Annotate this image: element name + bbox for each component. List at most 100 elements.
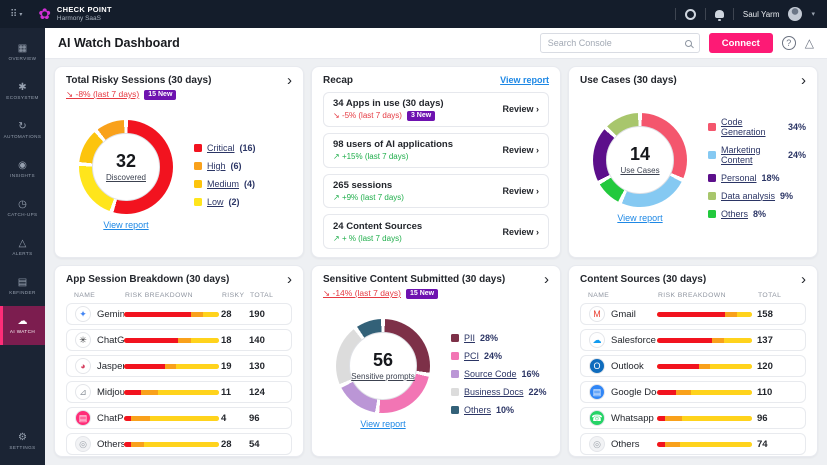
legend-item-marketing-content[interactable]: Marketing Content 24%	[708, 145, 806, 165]
chevron-right-icon[interactable]: ›	[544, 274, 549, 285]
risk-bar	[124, 442, 219, 447]
review-button[interactable]: Review ›	[502, 104, 539, 114]
brand-sub: Harmony SaaS	[57, 15, 112, 22]
table-row-chatgpt[interactable]: ✳ChatGPT 18 140	[66, 329, 292, 351]
divider	[675, 8, 676, 20]
table-row-jasper[interactable]: ◕Jasper 19 130	[66, 355, 292, 377]
table-row-chatpdf[interactable]: ▤ChatPDF 4 96	[66, 407, 292, 429]
legend-item-source-code[interactable]: Source Code 16%	[451, 369, 549, 379]
avatar[interactable]	[788, 7, 802, 21]
legend-swatch	[708, 151, 716, 159]
legend-item-personal[interactable]: Personal 18%	[708, 173, 806, 183]
table-row-outlook[interactable]: OOutlook 120	[580, 355, 806, 377]
table-row-salesforce[interactable]: ☁Salesforce 137	[580, 329, 806, 351]
table-header: NAME RISK BREAKDOWN TOTAL	[580, 292, 806, 299]
trend-down[interactable]: -8% (last 7 days)	[66, 89, 139, 100]
sidebar-item-settings[interactable]: ⚙ SETTINGS	[0, 422, 45, 461]
midjourney-icon: ⊿	[75, 384, 91, 400]
page-header: AI Watch Dashboard Connect ? △	[45, 28, 827, 59]
sidebar-item-alerts[interactable]: △ ALERTS	[0, 228, 45, 267]
ai-watch-icon: ☁	[18, 317, 28, 327]
review-button[interactable]: Review ›	[502, 145, 539, 155]
support-icon[interactable]	[685, 9, 696, 20]
legend-item-high[interactable]: High (6)	[194, 161, 292, 171]
recap-item-apps-in-use[interactable]: 34 Apps in use (30 days) -5% (last 7 day…	[323, 92, 549, 127]
card-recap: Recap View report 34 Apps in use (30 day…	[311, 66, 561, 258]
table-row-google-docs[interactable]: ▤Google Docs 110	[580, 381, 806, 403]
donut-label[interactable]: Sensitive prompts	[351, 372, 415, 381]
legend-item-critical[interactable]: Critical (16)	[194, 143, 292, 153]
chevron-right-icon[interactable]: ›	[287, 75, 292, 86]
legend-item-data-analysis[interactable]: Data analysis 9%	[708, 191, 806, 201]
legend-swatch	[451, 370, 459, 378]
recap-item-users[interactable]: 98 users of AI applications +15% (last 7…	[323, 133, 549, 168]
search-input[interactable]	[548, 38, 685, 48]
table-row-others[interactable]: ◎Others 74	[580, 433, 806, 455]
legend-item-code-generation[interactable]: Code Generation 34%	[708, 117, 806, 137]
recap-item-content-sources[interactable]: 24 Content Sources + % (last 7 days) Rev…	[323, 214, 549, 249]
sidebar-item-ai-watch[interactable]: ☁ AI WATCH	[0, 306, 45, 345]
donut-label[interactable]: Use Cases	[620, 166, 659, 175]
donut-value: 14	[630, 144, 650, 165]
sidebar-item-overview[interactable]: ▦ OVERVIEW	[0, 33, 45, 72]
sidebar-item-automations[interactable]: ↻ AUTOMATIONS	[0, 111, 45, 150]
legend-item-others[interactable]: Others 8%	[708, 209, 806, 219]
table-row-midjourney[interactable]: ⊿Midjourney 11 124	[66, 381, 292, 403]
donut-label[interactable]: Discovered	[106, 173, 146, 182]
trend-up: + % (last 7 days)	[333, 234, 402, 243]
settings-gear-icon: ⚙	[18, 433, 27, 443]
sidebar-item-catch-ups[interactable]: ◷ CATCH-UPS	[0, 189, 45, 228]
notifications-bell-icon[interactable]	[715, 10, 724, 18]
new-badge: 15 New	[144, 90, 176, 100]
gemini-icon: ✦	[75, 306, 91, 322]
trend-down[interactable]: -14% (last 7 days)	[323, 288, 401, 299]
automations-icon: ↻	[18, 122, 26, 132]
view-report-link[interactable]: View report	[103, 220, 148, 230]
checkpoint-logo-icon: ✿	[38, 7, 51, 22]
search-box[interactable]	[540, 33, 700, 53]
user-menu-chevron-icon[interactable]: ▾	[811, 10, 815, 18]
chevron-right-icon[interactable]: ›	[801, 75, 806, 86]
legend-swatch	[451, 406, 459, 414]
table-row-whatsapp[interactable]: ☎Whatsapp 96	[580, 407, 806, 429]
divider	[705, 8, 706, 20]
sensitive-content-donut-chart: 56 Sensitive prompts	[336, 319, 430, 413]
divider	[733, 8, 734, 20]
table-row-gmail[interactable]: MGmail 158	[580, 303, 806, 325]
card-title: Use Cases (30 days)	[580, 75, 677, 86]
view-report-link[interactable]: View report	[500, 75, 549, 85]
ecosystem-icon: ✱	[18, 83, 26, 93]
risk-bar	[124, 312, 219, 317]
table-row-others[interactable]: ◎Others 28 54	[66, 433, 292, 455]
legend-item-low[interactable]: Low (2)	[194, 197, 292, 207]
catch-ups-icon: ◷	[18, 200, 27, 210]
app-grid-icon[interactable]: ⠿▾	[10, 9, 22, 20]
help-icon[interactable]: ?	[782, 36, 796, 50]
view-report-link[interactable]: View report	[360, 419, 405, 429]
top-bar: ⠿▾ ✿ CHECK POINT Harmony SaaS Saul Yarm …	[0, 0, 827, 28]
view-report-link[interactable]: View report	[617, 213, 662, 223]
card-app-session-breakdown: App Session Breakdown (30 days) › NAME R…	[54, 265, 304, 457]
legend-item-business-docs[interactable]: Business Docs 22%	[451, 387, 549, 397]
sidebar-item-kbfinder[interactable]: ▤ KBFINDER	[0, 267, 45, 306]
sidebar-item-insights[interactable]: ◉ INSIGHTS	[0, 150, 45, 189]
chevron-right-icon[interactable]: ›	[801, 274, 806, 285]
review-button[interactable]: Review ›	[502, 186, 539, 196]
legend-item-pii[interactable]: PII 28%	[451, 333, 549, 343]
jasper-icon: ◕	[75, 358, 91, 374]
warning-triangle-icon[interactable]: △	[805, 37, 814, 49]
review-button[interactable]: Review ›	[502, 227, 539, 237]
legend-item-others[interactable]: Others 10%	[451, 405, 549, 415]
donut-value: 32	[116, 151, 136, 172]
sidebar-item-ecosystem[interactable]: ✱ ECOSYSTEM	[0, 72, 45, 111]
recap-item-sessions[interactable]: 265 sessions +9% (last 7 days) Review ›	[323, 174, 549, 209]
alerts-icon: △	[19, 239, 27, 249]
card-title: Recap	[323, 75, 353, 86]
page-title: AI Watch Dashboard	[58, 36, 180, 50]
chevron-right-icon[interactable]: ›	[287, 274, 292, 285]
table-row-gemini[interactable]: ✦Gemini 28 190	[66, 303, 292, 325]
legend-item-medium[interactable]: Medium (4)	[194, 179, 292, 189]
risky-sessions-donut-chart: 32 Discovered	[79, 120, 173, 214]
connect-button[interactable]: Connect	[709, 33, 773, 53]
legend-item-pci[interactable]: PCI 24%	[451, 351, 549, 361]
